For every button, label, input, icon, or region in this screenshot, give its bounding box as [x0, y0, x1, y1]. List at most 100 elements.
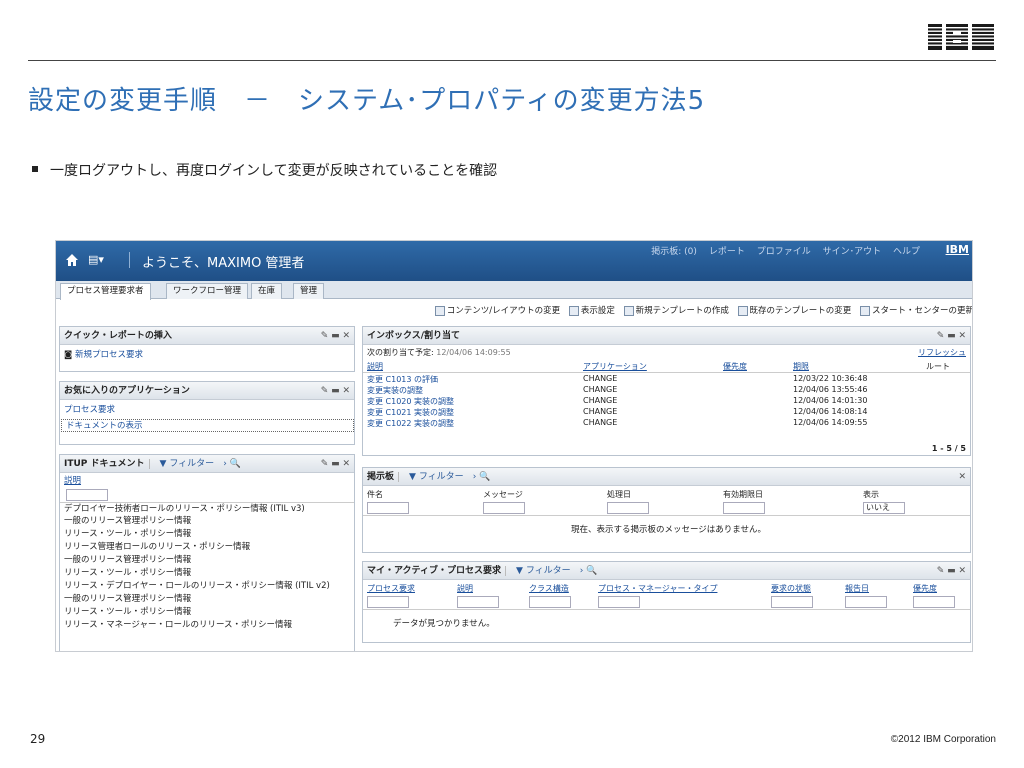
column-header[interactable]: アプリケーション	[583, 361, 647, 372]
empty-message: データが見つかりません。	[393, 619, 495, 629]
inbox-columns: 説明 アプリケーション 優先度 期限 ルート	[363, 359, 970, 373]
cell-due: 12/04/06 14:08:14	[793, 407, 868, 416]
column-header[interactable]: 説明	[457, 583, 473, 594]
table-row[interactable]: 変更 C1020 実装の調整 CHANGE 12/04/06 14:01:30	[363, 395, 970, 406]
column-header[interactable]: プロセス・マネージャー・タイプ	[598, 583, 717, 594]
column-header[interactable]: プロセス要求	[367, 583, 415, 594]
filter-input[interactable]	[598, 596, 640, 608]
favorite-item[interactable]: ドキュメントの表示	[61, 419, 354, 432]
inbox-next: 次の割り当て予定: 12/04/06 14:09:55 リフレッシュ	[367, 347, 966, 358]
title-rule	[28, 60, 996, 61]
column-header: 件名	[367, 490, 383, 499]
bullet-square-icon	[32, 166, 38, 172]
search-icon[interactable]: › 🔍	[473, 472, 491, 482]
column-header[interactable]: 期限	[793, 361, 809, 372]
portlet-header: 掲示板 ▼ フィルター › 🔍 ✕	[363, 468, 970, 486]
filter-input[interactable]	[367, 502, 409, 514]
portlet-header: マイ・アクティブ・プロセス要求 ▼ フィルター › 🔍 ✎ ▬ ✕	[363, 562, 970, 580]
favorite-item[interactable]: プロセス要求	[60, 404, 354, 417]
tab-workflow[interactable]: ワークフロー管理	[166, 283, 249, 299]
list-item[interactable]: デプロイヤー技術者ロールのリリース・ポリシー情報 (ITIL v3)	[60, 502, 354, 515]
search-icon[interactable]: › 🔍	[223, 459, 241, 469]
search-icon[interactable]: › 🔍	[580, 566, 598, 576]
maximo-screenshot: ▤▾ ようこそ、MAXIMO 管理者 掲示板: (0) レポート プロファイル …	[55, 240, 973, 652]
active-requests-portlet: マイ・アクティブ・プロセス要求 ▼ フィルター › 🔍 ✎ ▬ ✕ プロセス要求 説…	[362, 561, 971, 643]
toolbar-layout[interactable]: コンテンツ/レイアウトの変更	[434, 305, 560, 316]
table-row[interactable]: 変更実装の調整 CHANGE 12/04/06 13:55:46	[363, 384, 970, 395]
column-header[interactable]: 要求の状態	[771, 583, 811, 594]
column-header[interactable]: 説明	[367, 361, 383, 372]
portlet-header: ITUP ドキュメント ▼ フィルター › 🔍 ✎ ▬ ✕	[60, 455, 354, 473]
column-header[interactable]: 説明	[60, 475, 354, 488]
column-header[interactable]: クラス構造	[529, 583, 569, 594]
filter-input[interactable]	[771, 596, 813, 608]
list-item[interactable]: 一般のリリース管理ポリシー情報	[60, 593, 354, 606]
portlet-controls-icon[interactable]: ✎ ▬ ✕	[321, 455, 350, 473]
cell-due: 12/03/22 10:36:48	[793, 374, 868, 383]
filter-input[interactable]	[457, 596, 499, 608]
display-filter-input[interactable]: いいえ	[863, 502, 905, 514]
cell-due: 12/04/06 14:01:30	[793, 396, 868, 405]
filter-input[interactable]	[483, 502, 525, 514]
list-item[interactable]: リリース・ツール・ポリシー情報	[60, 567, 354, 580]
copyright: ©2012 IBM Corporation	[890, 734, 996, 745]
header-ibm-logo: IBM	[945, 243, 969, 256]
empty-message: 現在、表示する掲示板のメッセージはありません。	[570, 525, 767, 535]
toolbar-new-template[interactable]: 新規テンプレートの作成	[623, 305, 729, 316]
close-icon[interactable]: ✕	[958, 468, 966, 486]
profile-link[interactable]: プロファイル	[757, 247, 811, 257]
portlet-header: インボックス/割り当て ✎ ▬ ✕	[363, 327, 970, 345]
list-item[interactable]: リリース・ツール・ポリシー情報	[60, 528, 354, 541]
portlet-controls-icon[interactable]: ✎ ▬ ✕	[321, 382, 350, 400]
start-center-toolbar: コンテンツ/レイアウトの変更 表示設定 新規テンプレートの作成 既存のテンプレー…	[401, 303, 972, 319]
column-header[interactable]: 報告日	[845, 583, 869, 594]
filter-input[interactable]	[66, 489, 108, 501]
cell-app: CHANGE	[583, 407, 618, 416]
list-item[interactable]: 一般のリリース管理ポリシー情報	[60, 554, 354, 567]
portlet-controls-icon[interactable]: ✎ ▬ ✕	[321, 327, 350, 345]
filter-input[interactable]	[607, 502, 649, 514]
bullet-text: 一度ログアウトし、再度ログインして変更が反映されていることを確認	[50, 163, 498, 179]
column-header[interactable]: 優先度	[913, 583, 937, 594]
signout-link[interactable]: サイン･アウト	[823, 247, 882, 257]
filter-input[interactable]	[845, 596, 887, 608]
refresh-link[interactable]: リフレッシュ	[918, 347, 966, 358]
table-row[interactable]: 変更 C1013 の評価 CHANGE 12/03/22 10:36:48	[363, 373, 970, 384]
active-filter-row	[363, 594, 970, 610]
bulletin-link[interactable]: 掲示板: (0)	[651, 247, 697, 257]
cell-desc[interactable]: 変更 C1022 実装の調整	[367, 418, 454, 429]
filter-button[interactable]: ▼ フィルター	[516, 566, 571, 576]
list-item[interactable]: リリース・ツール・ポリシー情報	[60, 606, 354, 619]
home-icon[interactable]	[65, 253, 79, 267]
filter-input[interactable]	[913, 596, 955, 608]
list-item[interactable]: リリース・デプロイヤー・ロールのリリース・ポリシー情報 (ITIL v2)	[60, 580, 354, 593]
portlet-controls-icon[interactable]: ✎ ▬ ✕	[937, 327, 966, 345]
report-link[interactable]: レポート	[709, 247, 745, 257]
toolbar-edit-template[interactable]: 既存のテンプレートの変更	[737, 305, 851, 316]
portlet-controls-icon[interactable]: ✎ ▬ ✕	[937, 562, 966, 580]
filter-input[interactable]	[367, 596, 409, 608]
help-link[interactable]: ヘルプ	[893, 247, 920, 257]
column-header[interactable]: 優先度	[723, 361, 747, 372]
bullet-item: 一度ログアウトし、再度ログインして変更が反映されていることを確認	[32, 160, 497, 180]
tab-process-requester[interactable]: プロセス管理要求者	[60, 283, 151, 300]
filter-input[interactable]	[723, 502, 765, 514]
list-item[interactable]: リリース・マネージャー・ロールのリリース・ポリシー情報	[60, 619, 354, 632]
filter-input[interactable]	[529, 596, 571, 608]
pages-icon[interactable]: ▤▾	[88, 253, 104, 266]
toolbar-update[interactable]: スタート・センターの更新	[859, 305, 972, 316]
filter-button[interactable]: ▼ フィルター	[409, 472, 464, 482]
display-settings-icon	[568, 305, 579, 316]
tab-inventory[interactable]: 在庫	[251, 283, 283, 299]
cell-app: CHANGE	[583, 418, 618, 427]
tab-admin[interactable]: 管理	[293, 283, 325, 299]
cell-due: 12/04/06 13:55:46	[793, 385, 868, 394]
table-row[interactable]: 変更 C1021 実装の調整 CHANGE 12/04/06 14:08:14	[363, 406, 970, 417]
list-item[interactable]: 一般のリリース管理ポリシー情報	[60, 515, 354, 528]
list-item[interactable]: リリース管理者ロールのリリース・ポリシー情報	[60, 541, 354, 554]
quick-report-item[interactable]: ◙ 新規プロセス要求	[60, 349, 354, 362]
table-row[interactable]: 変更 C1022 実装の調整 CHANGE 12/04/06 14:09:55	[363, 417, 970, 428]
toolbar-display[interactable]: 表示設定	[568, 305, 615, 316]
filter-button[interactable]: ▼ フィルター	[160, 459, 215, 469]
column-header: 処理日	[607, 490, 631, 499]
